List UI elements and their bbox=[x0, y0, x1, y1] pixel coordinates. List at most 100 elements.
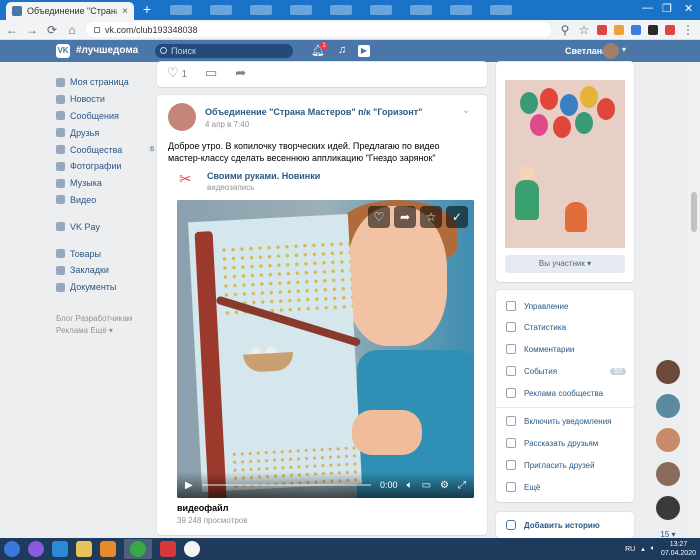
tile[interactable] bbox=[250, 5, 272, 15]
share-icon[interactable]: ➦ bbox=[235, 65, 246, 81]
action-enable-notifications[interactable]: Включить уведомления bbox=[506, 416, 626, 426]
play-icon[interactable]: ▶ bbox=[358, 45, 370, 57]
search-input[interactable]: Поиск bbox=[155, 44, 293, 58]
action-statistics[interactable]: Статистика bbox=[506, 322, 626, 332]
video-add-button[interactable]: ✓ bbox=[446, 206, 468, 228]
chevron-down-icon[interactable]: ▾ bbox=[622, 45, 626, 54]
sidebar-item-friends[interactable]: Друзья bbox=[56, 124, 156, 141]
sidebar-item-my-page[interactable]: Моя страница bbox=[56, 74, 156, 91]
folder-icon[interactable] bbox=[76, 541, 92, 557]
video-title[interactable]: видеофайл bbox=[177, 503, 228, 513]
start-icon[interactable] bbox=[4, 541, 20, 557]
tile[interactable] bbox=[170, 5, 192, 15]
sidebar-item-music[interactable]: Музыка bbox=[56, 175, 156, 192]
action-tell-friends[interactable]: Рассказать друзьям bbox=[506, 438, 626, 448]
settings-gear-icon[interactable]: ⚙ bbox=[440, 480, 449, 491]
sidebar-item-messages[interactable]: Сообщения bbox=[56, 108, 156, 125]
extension-icon[interactable] bbox=[614, 24, 624, 35]
chat-avatar[interactable] bbox=[656, 462, 680, 486]
sidebar-item-photos[interactable]: Фотографии bbox=[56, 158, 156, 175]
post-date[interactable]: 4 апр в 7:40 bbox=[205, 120, 249, 129]
chat-avatar[interactable] bbox=[656, 360, 680, 384]
sidebar-item-news[interactable]: Новости bbox=[56, 91, 156, 108]
extension-icon[interactable] bbox=[631, 24, 641, 35]
like-button[interactable]: ♡ 1 bbox=[167, 65, 187, 81]
extension-icon[interactable] bbox=[665, 24, 675, 35]
chat-avatar[interactable] bbox=[656, 394, 680, 418]
volume-icon[interactable]: 🔈︎ bbox=[407, 480, 413, 491]
tab-close-button[interactable]: × bbox=[122, 6, 128, 17]
bookmark-star-icon[interactable]: ☆ bbox=[578, 23, 590, 37]
play-icon[interactable]: ▶ bbox=[185, 480, 193, 491]
tray-icon[interactable]: ▴ bbox=[641, 545, 645, 553]
minimize-button[interactable]: — bbox=[642, 2, 653, 14]
video-player[interactable]: ♡ ➦ ☆ ✓ ▶ 0:00 🔈︎ ▭ ⚙ ⤢ bbox=[177, 200, 474, 498]
avatar[interactable] bbox=[603, 43, 619, 59]
sidebar-item-communities[interactable]: Сообщества 6 bbox=[56, 141, 156, 158]
action-events[interactable]: События 52 bbox=[506, 366, 626, 376]
chevron-down-icon[interactable]: ⌄ bbox=[462, 105, 470, 116]
zoom-icon[interactable]: ⚲ bbox=[559, 23, 571, 37]
tile[interactable] bbox=[410, 5, 432, 15]
maximize-button[interactable]: ❐ bbox=[662, 2, 672, 15]
footer-links-line2[interactable]: Реклама Ещё ▾ bbox=[56, 325, 156, 337]
post-author[interactable]: Объединение "Страна Мастеров" п/к "Гориз… bbox=[205, 107, 422, 117]
back-arrow-icon[interactable]: ← bbox=[6, 23, 18, 37]
alice-icon[interactable] bbox=[28, 541, 44, 557]
language-indicator[interactable]: RU bbox=[625, 546, 635, 553]
action-advertise[interactable]: Реклама сообщества bbox=[506, 388, 626, 398]
home-icon[interactable]: ⌂ bbox=[66, 23, 78, 37]
action-manage[interactable]: Управление bbox=[506, 301, 626, 311]
music-note-icon[interactable]: ♫ bbox=[338, 44, 346, 56]
action-comments[interactable]: Комментарии bbox=[506, 344, 626, 354]
url-input[interactable]: vk.com/club193348038 bbox=[86, 22, 551, 37]
tile[interactable] bbox=[330, 5, 352, 15]
comment-icon[interactable]: ▭ bbox=[205, 65, 217, 81]
tile[interactable] bbox=[490, 5, 512, 15]
add-story-button[interactable]: Добавить историю bbox=[506, 520, 600, 530]
chat-avatar[interactable] bbox=[656, 428, 680, 452]
new-tab-button[interactable]: + bbox=[140, 2, 154, 17]
avatar[interactable] bbox=[168, 103, 196, 131]
scrollbar-thumb[interactable] bbox=[691, 192, 697, 232]
clock[interactable]: 13:27 07.04.2020 bbox=[661, 540, 696, 558]
video-share-button[interactable]: ➦ bbox=[394, 206, 416, 228]
extension-icon[interactable] bbox=[597, 24, 607, 35]
action-invite-friends[interactable]: Пригласить друзей bbox=[506, 460, 626, 470]
close-window-button[interactable]: ✕ bbox=[684, 2, 693, 15]
community-cover-image[interactable] bbox=[505, 80, 625, 248]
video-progress-bar[interactable] bbox=[201, 484, 372, 486]
miniplayer-icon[interactable]: ▭ bbox=[422, 480, 431, 491]
browser-tab-active[interactable]: Объединение "Страна Мастеров" × bbox=[6, 2, 134, 20]
scissors-icon[interactable]: ✂ bbox=[179, 170, 199, 190]
page-scrollbar[interactable] bbox=[688, 62, 700, 538]
reload-icon[interactable]: ⟳ bbox=[46, 23, 58, 37]
header-hashtag[interactable]: #лучшедома bbox=[76, 45, 138, 56]
membership-dropdown-button[interactable]: Вы участник ▾ bbox=[505, 255, 625, 273]
yandex-icon[interactable] bbox=[160, 541, 176, 557]
ie-icon[interactable] bbox=[52, 541, 68, 557]
sidebar-item-vk-pay[interactable]: VK Pay bbox=[56, 218, 156, 235]
sidebar-item-goods[interactable]: Товары bbox=[56, 245, 156, 262]
tile[interactable] bbox=[450, 5, 472, 15]
chat-avatar[interactable] bbox=[656, 496, 680, 520]
volume-icon[interactable]: 🔈︎ bbox=[651, 545, 655, 553]
fullscreen-icon[interactable]: ⤢ bbox=[458, 480, 466, 491]
tile[interactable] bbox=[370, 5, 392, 15]
tile[interactable] bbox=[210, 5, 232, 15]
user-name[interactable]: Светлана bbox=[565, 46, 607, 56]
video-bookmark-button[interactable]: ☆ bbox=[420, 206, 442, 228]
sidebar-item-video[interactable]: Видео bbox=[56, 192, 156, 209]
yandex-browser-icon[interactable] bbox=[184, 541, 200, 557]
action-more[interactable]: Ещё bbox=[506, 482, 626, 492]
tile[interactable] bbox=[290, 5, 312, 15]
forward-arrow-icon[interactable]: → bbox=[26, 23, 38, 37]
menu-dots-icon[interactable]: ⋮ bbox=[682, 23, 694, 37]
repost-author[interactable]: Своими руками. Новинки bbox=[207, 171, 320, 181]
video-like-button[interactable]: ♡ bbox=[368, 206, 390, 228]
vk-logo[interactable]: VK bbox=[56, 44, 70, 58]
sidebar-item-documents[interactable]: Документы bbox=[56, 279, 156, 296]
media-icon[interactable] bbox=[100, 541, 116, 557]
footer-links-line1[interactable]: Блог Разработчикам bbox=[56, 313, 156, 325]
sidebar-item-bookmarks[interactable]: Закладки bbox=[56, 262, 156, 279]
